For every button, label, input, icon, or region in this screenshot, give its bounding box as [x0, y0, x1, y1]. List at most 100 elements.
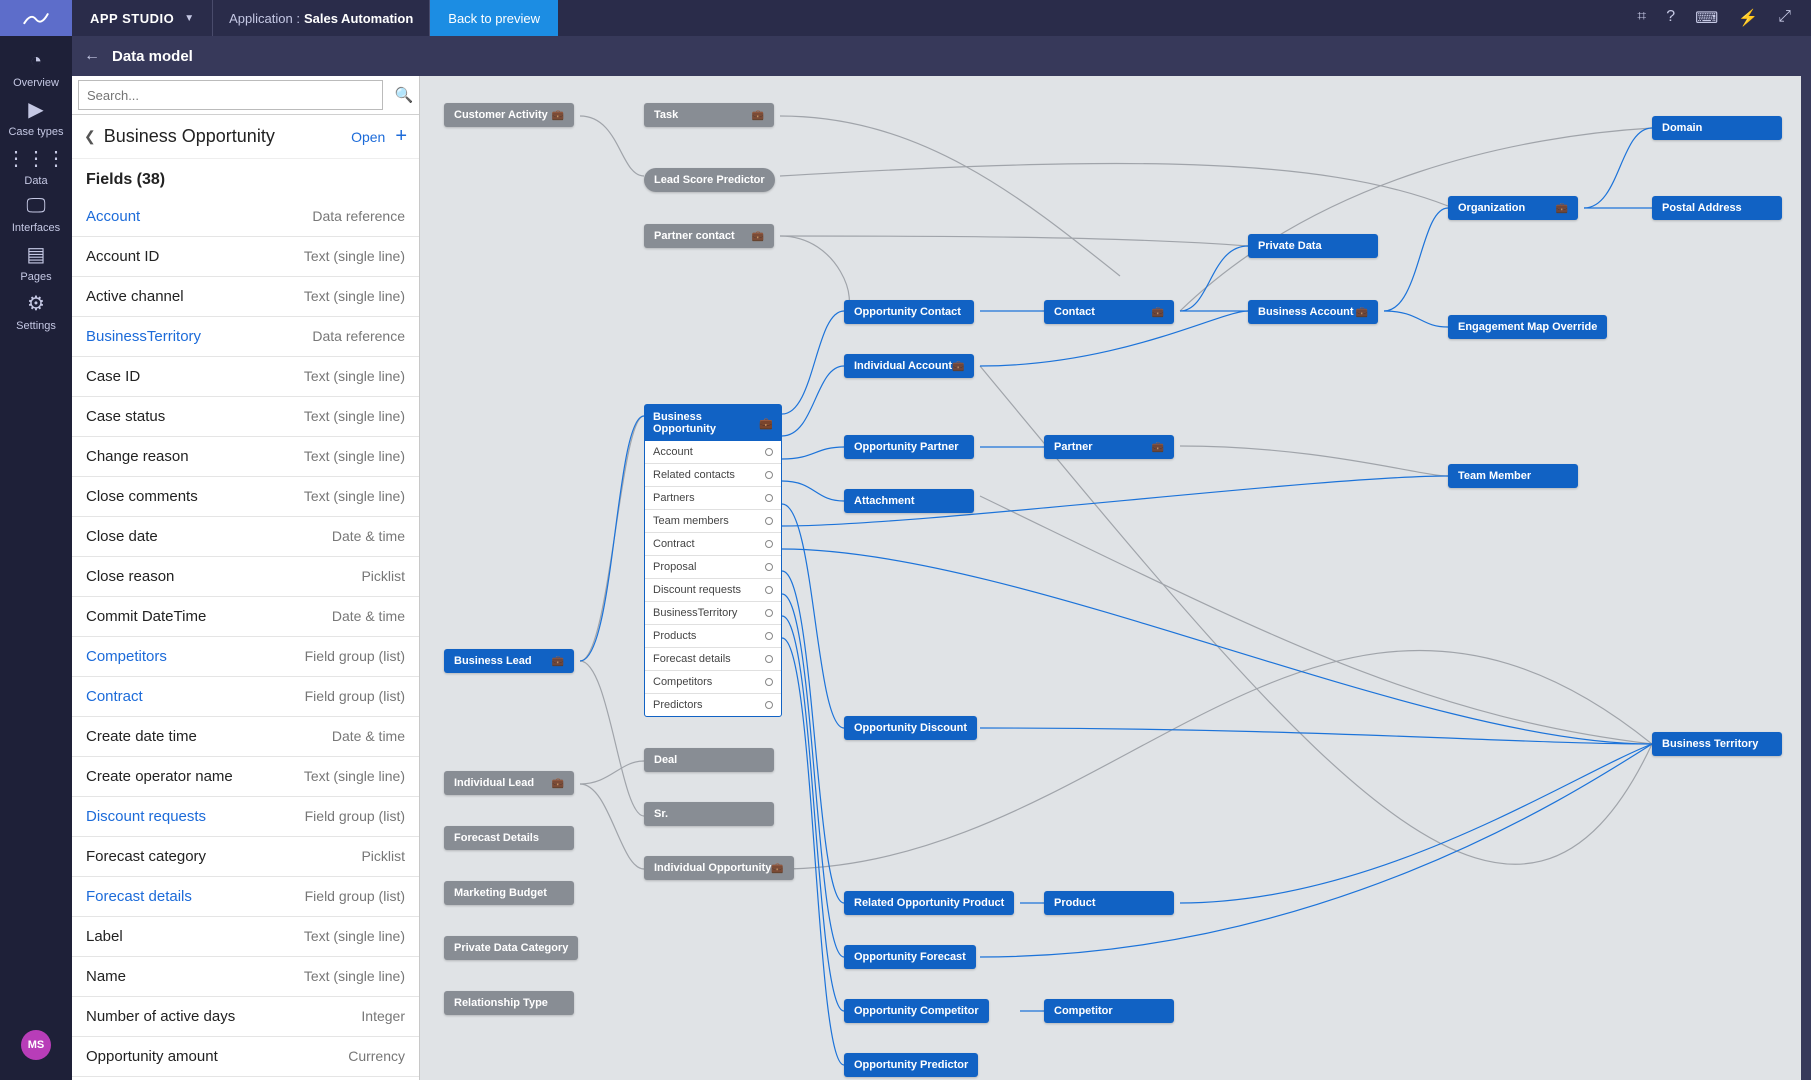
- expand-icon[interactable]: ⤢: [1778, 8, 1791, 28]
- node-label: Opportunity Partner: [854, 441, 959, 453]
- field-row[interactable]: Case statusText (single line): [72, 397, 419, 437]
- field-row[interactable]: AccountData reference: [72, 197, 419, 237]
- field-row[interactable]: Forecast categoryPicklist: [72, 837, 419, 877]
- nav-item-pages[interactable]: ▤Pages: [6, 238, 66, 287]
- graph-node-engagement-map-override[interactable]: Engagement Map Override: [1448, 315, 1607, 339]
- expanded-row[interactable]: Team members: [645, 510, 781, 533]
- entity-expanded-box[interactable]: Business Opportunity💼AccountRelated cont…: [644, 404, 782, 717]
- field-row[interactable]: BusinessTerritoryData reference: [72, 317, 419, 357]
- expanded-head[interactable]: Business Opportunity💼: [645, 405, 781, 441]
- expanded-row[interactable]: Competitors: [645, 671, 781, 694]
- graph-node-business-account[interactable]: Business Account💼: [1248, 300, 1378, 324]
- field-name: Forecast category: [86, 848, 206, 865]
- open-link[interactable]: Open: [351, 129, 385, 145]
- field-row[interactable]: Active channelText (single line): [72, 277, 419, 317]
- field-row[interactable]: Create operator nameText (single line): [72, 757, 419, 797]
- graph-node-team-member[interactable]: Team Member: [1448, 464, 1578, 488]
- field-row[interactable]: Create date timeDate & time: [72, 717, 419, 757]
- graph-node-private-data-category[interactable]: Private Data Category: [444, 936, 578, 960]
- graph-node-individual-lead[interactable]: Individual Lead💼: [444, 771, 574, 795]
- user-avatar[interactable]: MS: [21, 1030, 51, 1060]
- help-icon[interactable]: ?: [1666, 8, 1675, 28]
- field-row[interactable]: Close reasonPicklist: [72, 557, 419, 597]
- expanded-row[interactable]: BusinessTerritory: [645, 602, 781, 625]
- graph-node-opportunity-discount[interactable]: Opportunity Discount: [844, 716, 977, 740]
- graph-node-task[interactable]: Task💼: [644, 103, 774, 127]
- graph-node-competitor[interactable]: Competitor: [1044, 999, 1174, 1023]
- field-row[interactable]: Discount requestsField group (list): [72, 797, 419, 837]
- expanded-row[interactable]: Forecast details: [645, 648, 781, 671]
- field-row[interactable]: NameText (single line): [72, 957, 419, 997]
- graph-node-opportunity-predictor[interactable]: Opportunity Predictor: [844, 1053, 978, 1077]
- search-input[interactable]: [78, 80, 383, 110]
- graph-node-sr[interactable]: Sr.: [644, 802, 774, 826]
- chat-icon[interactable]: ⌨: [1695, 8, 1718, 28]
- qr-icon[interactable]: ⌗: [1637, 8, 1646, 28]
- field-row[interactable]: Forecast detailsField group (list): [72, 877, 419, 917]
- expanded-row[interactable]: Account: [645, 441, 781, 464]
- field-row[interactable]: Opportunity amountCurrency: [72, 1037, 419, 1077]
- graph-node-business-lead[interactable]: Business Lead💼: [444, 649, 574, 673]
- field-row[interactable]: Commit DateTimeDate & time: [72, 597, 419, 637]
- node-label: Opportunity Forecast: [854, 951, 966, 963]
- graph-node-attachment[interactable]: Attachment: [844, 489, 974, 513]
- back-arrow-icon[interactable]: ←: [72, 47, 112, 65]
- expanded-row[interactable]: Discount requests: [645, 579, 781, 602]
- graph-node-relationship-type[interactable]: Relationship Type: [444, 991, 574, 1015]
- canvas-scrollbar-right[interactable]: [1801, 76, 1811, 1080]
- graph-node-private-data[interactable]: Private Data: [1248, 234, 1378, 258]
- graph-node-organization[interactable]: Organization💼: [1448, 196, 1578, 220]
- expanded-row[interactable]: Products: [645, 625, 781, 648]
- graph-node-opportunity-partner[interactable]: Opportunity Partner: [844, 435, 974, 459]
- add-field-icon[interactable]: +: [395, 125, 407, 148]
- graph-node-partner-contact[interactable]: Partner contact💼: [644, 224, 774, 248]
- graph-canvas[interactable]: Customer Activity💼 Task💼 Partner contact💼 I…: [420, 76, 1811, 1080]
- graph-node-postal-address[interactable]: Postal Address: [1652, 196, 1782, 220]
- bolt-icon[interactable]: ⚡: [1738, 8, 1758, 28]
- port-dot-icon: [765, 448, 773, 456]
- fields-list[interactable]: AccountData referenceAccount IDText (sin…: [72, 197, 419, 1080]
- field-row[interactable]: Number of active daysInteger: [72, 997, 419, 1037]
- expanded-row[interactable]: Partners: [645, 487, 781, 510]
- field-row[interactable]: Case IDText (single line): [72, 357, 419, 397]
- expanded-row[interactable]: Proposal: [645, 556, 781, 579]
- graph-node-domain[interactable]: Domain: [1652, 116, 1782, 140]
- field-row[interactable]: ContractField group (list): [72, 677, 419, 717]
- expanded-row[interactable]: Predictors: [645, 694, 781, 716]
- graph-node-customer-activity[interactable]: Customer Activity💼: [444, 103, 574, 127]
- search-icon[interactable]: 🔍: [389, 86, 419, 104]
- field-row[interactable]: Change reasonText (single line): [72, 437, 419, 477]
- graph-node-opportunity-forecast[interactable]: Opportunity Forecast: [844, 945, 976, 969]
- nav-item-overview[interactable]: ◔Overview: [6, 46, 66, 93]
- nav-item-data[interactable]: ⋮⋮⋮Data: [6, 142, 66, 191]
- field-row[interactable]: Close commentsText (single line): [72, 477, 419, 517]
- graph-node-related-opportunity-product[interactable]: Related Opportunity Product: [844, 891, 1014, 915]
- graph-node-opportunity-contact[interactable]: Opportunity Contact: [844, 300, 974, 324]
- back-to-preview-button[interactable]: Back to preview: [430, 0, 558, 36]
- studio-switcher[interactable]: APP STUDIO ▼: [72, 0, 213, 36]
- graph-node-individual-opportunity[interactable]: Individual Opportunity💼: [644, 856, 794, 880]
- graph-node-lead-score-predictor[interactable]: Lead Score Predictor: [644, 168, 775, 192]
- field-name: Close comments: [86, 488, 198, 505]
- graph-node-marketing-budget[interactable]: Marketing Budget: [444, 881, 574, 905]
- field-row[interactable]: CompetitorsField group (list): [72, 637, 419, 677]
- graph-node-opportunity-competitor[interactable]: Opportunity Competitor: [844, 999, 989, 1023]
- graph-node-forecast-details-node[interactable]: Forecast Details: [444, 826, 574, 850]
- field-row[interactable]: LabelText (single line): [72, 917, 419, 957]
- graph-node-individual-account[interactable]: Individual Account💼: [844, 354, 974, 378]
- nav-item-interfaces[interactable]: 🖵Interfaces: [6, 191, 66, 238]
- graph-node-business-territory-node[interactable]: Business Territory: [1652, 732, 1782, 756]
- graph-node-partner[interactable]: Partner💼: [1044, 435, 1174, 459]
- graph-node-contact[interactable]: Contact💼: [1044, 300, 1174, 324]
- panel-back-icon[interactable]: ❮: [84, 128, 96, 145]
- field-row[interactable]: Account IDText (single line): [72, 237, 419, 277]
- nav-item-case-types[interactable]: ▶Case types: [6, 93, 66, 142]
- nav-icon: ⚙: [27, 291, 45, 316]
- expanded-row[interactable]: Contract: [645, 533, 781, 556]
- field-type: Date & time: [332, 608, 405, 625]
- nav-item-settings[interactable]: ⚙Settings: [6, 287, 66, 336]
- graph-node-product[interactable]: Product: [1044, 891, 1174, 915]
- graph-node-deal[interactable]: Deal: [644, 748, 774, 772]
- expanded-row[interactable]: Related contacts: [645, 464, 781, 487]
- field-row[interactable]: Close dateDate & time: [72, 517, 419, 557]
